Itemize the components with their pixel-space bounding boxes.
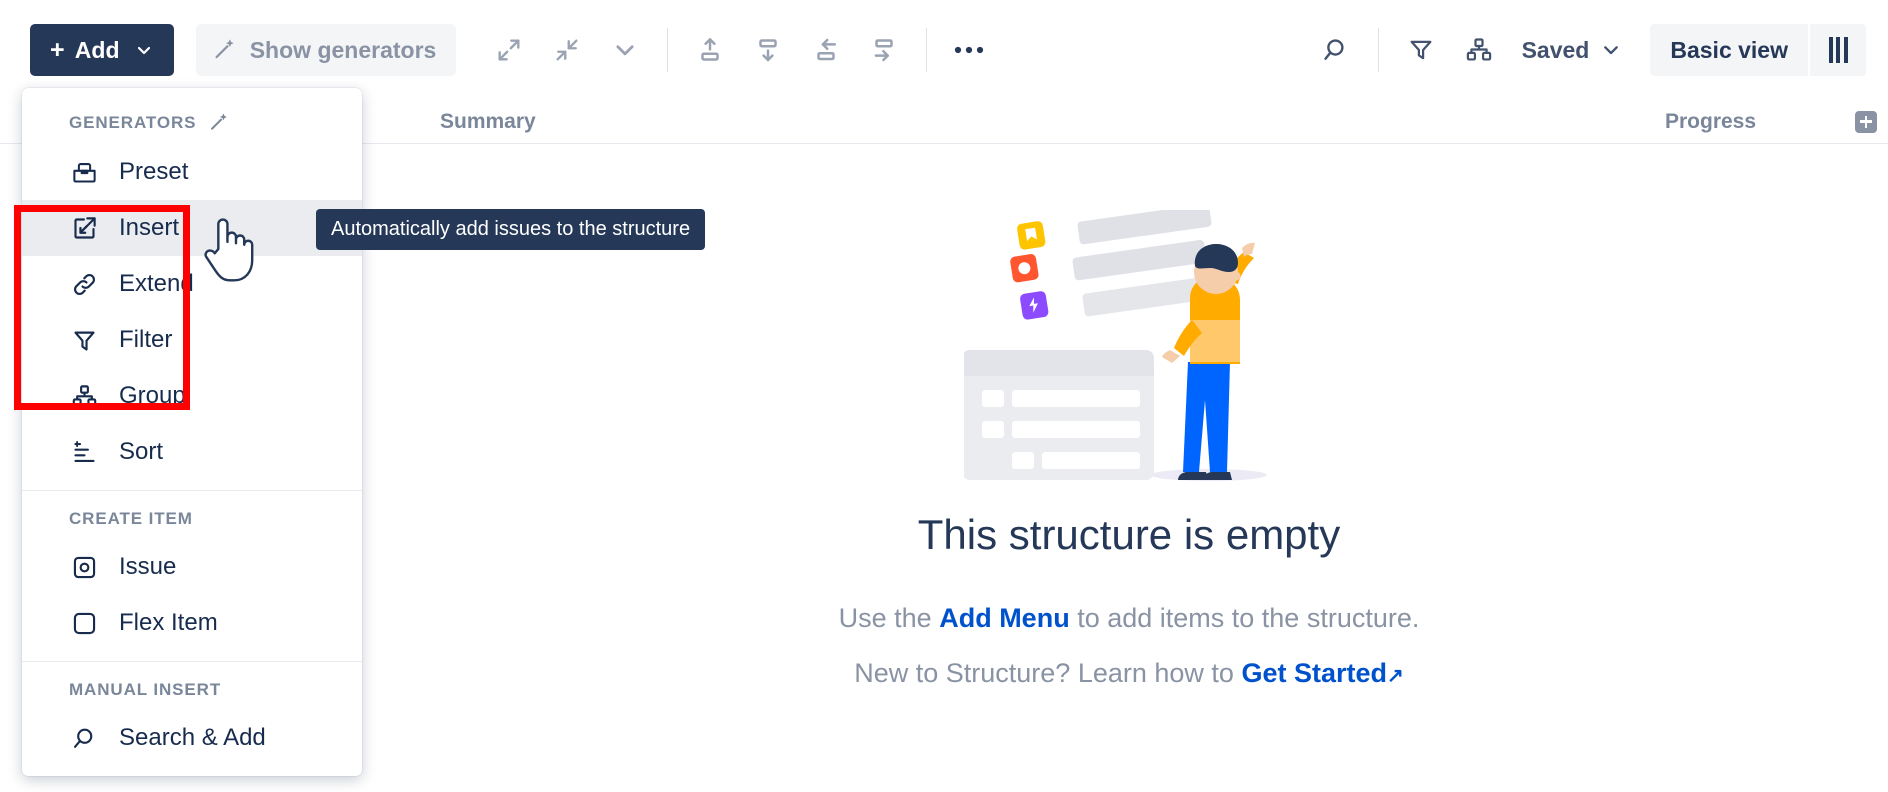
plus-icon: + bbox=[50, 35, 65, 64]
preset-box-icon bbox=[69, 159, 99, 186]
empty-line1-prefix: Use the bbox=[838, 603, 940, 633]
insert-tooltip: Automatically add issues to the structur… bbox=[316, 209, 706, 250]
saved-dropdown[interactable]: Saved bbox=[1508, 24, 1637, 76]
chevron-down-icon bbox=[134, 40, 154, 60]
basic-view-button[interactable]: Basic view bbox=[1650, 24, 1808, 76]
menu-item-extend[interactable]: Extend bbox=[22, 256, 362, 312]
menu-item-flex-item[interactable]: Flex Item bbox=[22, 595, 362, 651]
show-generators-button[interactable]: Show generators bbox=[195, 24, 457, 76]
menu-item-label: Filter bbox=[119, 326, 173, 353]
sort-icon bbox=[69, 439, 99, 466]
show-generators-label: Show generators bbox=[249, 36, 437, 63]
empty-state-line-2: New to Structure? Learn how to Get Start… bbox=[854, 658, 1404, 689]
filter-icon[interactable] bbox=[1392, 24, 1450, 76]
empty-state-title: This structure is empty bbox=[917, 511, 1341, 558]
menu-item-filter[interactable]: Filter bbox=[22, 312, 362, 368]
saved-label: Saved bbox=[1521, 36, 1590, 63]
external-link-icon: ↗ bbox=[1386, 665, 1404, 687]
menu-section-manual-insert-label: MANUAL INSERT bbox=[69, 680, 222, 699]
menu-item-label: Preset bbox=[119, 158, 189, 185]
view-switcher: Basic view bbox=[1650, 24, 1866, 76]
column-header-summary[interactable]: Summary bbox=[440, 110, 536, 134]
menu-item-preset[interactable]: Preset bbox=[22, 144, 362, 200]
magic-wand-icon bbox=[208, 112, 230, 134]
empty-line1-suffix: to add items to the structure. bbox=[1069, 603, 1420, 633]
move-right-button[interactable] bbox=[855, 24, 913, 76]
move-left-button[interactable] bbox=[797, 24, 855, 76]
menu-item-group[interactable]: Group bbox=[22, 368, 362, 424]
add-button-label: Add bbox=[74, 36, 120, 63]
menu-item-label: Flex Item bbox=[119, 609, 218, 636]
more-actions-button[interactable] bbox=[940, 24, 998, 76]
column-header-progress[interactable]: Progress bbox=[1665, 110, 1756, 134]
menu-item-label: Extend bbox=[119, 270, 194, 297]
chevron-down-icon bbox=[1600, 39, 1622, 61]
depth-chevron-button[interactable] bbox=[596, 24, 654, 76]
columns-icon[interactable] bbox=[1808, 24, 1866, 76]
menu-item-label: Search & Add bbox=[119, 724, 266, 751]
structure-app-window: + Add Show generators Saved Basic view S… bbox=[0, 0, 1888, 792]
toolbar-divider-1 bbox=[667, 28, 669, 72]
menu-item-label: Group bbox=[119, 382, 186, 409]
toolbar-divider-2 bbox=[926, 28, 928, 72]
link-icon bbox=[69, 271, 99, 298]
magic-wand-icon bbox=[212, 37, 238, 63]
toolbar-left-group: + Add Show generators bbox=[0, 24, 998, 76]
toolbar-right-group: Saved Basic view bbox=[1307, 24, 1888, 76]
toolbar-divider-3 bbox=[1377, 28, 1379, 72]
group-icon[interactable] bbox=[1450, 24, 1508, 76]
menu-item-sort[interactable]: Sort bbox=[22, 424, 362, 480]
menu-section-generators-text: GENERATORS bbox=[69, 113, 197, 132]
add-menu-link[interactable]: Add Menu bbox=[939, 603, 1069, 633]
main-toolbar: + Add Show generators Saved Basic view bbox=[0, 0, 1888, 100]
move-up-button[interactable] bbox=[681, 24, 739, 76]
add-button[interactable]: + Add bbox=[30, 24, 174, 76]
menu-item-insert[interactable]: Insert bbox=[22, 200, 362, 256]
menu-item-label: Sort bbox=[119, 438, 164, 465]
menu-section-create-item-label: CREATE ITEM bbox=[69, 509, 193, 528]
add-column-icon[interactable] bbox=[1855, 110, 1877, 133]
menu-section-generators-label: GENERATORS bbox=[22, 94, 362, 144]
filter-icon bbox=[69, 327, 99, 354]
issue-icon bbox=[69, 554, 99, 581]
move-down-button[interactable] bbox=[739, 24, 797, 76]
get-started-link[interactable]: Get Started↗ bbox=[1241, 658, 1403, 688]
search-icon bbox=[69, 725, 99, 752]
add-dropdown-menu: GENERATORS Preset Insert Extend Filter G… bbox=[22, 88, 362, 776]
menu-item-search-and-add[interactable]: Search & Add bbox=[22, 710, 362, 766]
empty-line2-prefix: New to Structure? Learn how to bbox=[854, 658, 1242, 688]
menu-item-label: Issue bbox=[119, 553, 177, 580]
empty-state-line-1: Use the Add Menu to add items to the str… bbox=[839, 603, 1420, 634]
square-icon bbox=[69, 610, 99, 637]
empty-state-illustration bbox=[964, 210, 1294, 485]
insert-icon bbox=[69, 215, 99, 242]
search-icon[interactable] bbox=[1307, 24, 1365, 76]
menu-item-label: Insert bbox=[119, 214, 180, 241]
menu-item-issue[interactable]: Issue bbox=[22, 539, 362, 595]
collapse-all-button[interactable] bbox=[538, 24, 596, 76]
expand-all-button[interactable] bbox=[480, 24, 538, 76]
get-started-label: Get Started bbox=[1241, 658, 1387, 688]
group-icon bbox=[69, 383, 99, 410]
